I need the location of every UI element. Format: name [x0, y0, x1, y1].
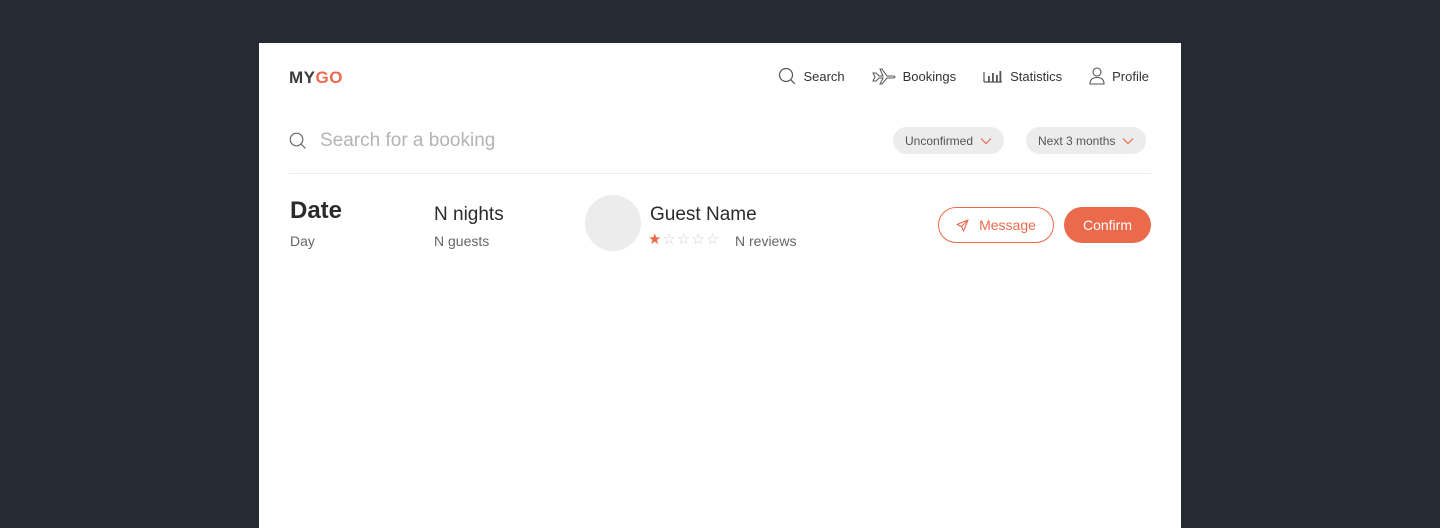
star-empty-icon: ☆ [691, 231, 705, 248]
status-filter-label: Unconfirmed [905, 133, 974, 148]
nav-statistics-label: Statistics [1010, 68, 1063, 84]
nav-profile-label: Profile [1112, 68, 1149, 84]
star-rating: ★ ☆ ☆ ☆ ☆ [648, 232, 720, 248]
booking-day: Day [290, 233, 315, 249]
status-filter-dropdown[interactable]: Unconfirmed [893, 127, 1005, 154]
plane-icon [871, 68, 896, 85]
star-empty-icon: ☆ [662, 231, 676, 248]
booking-row: Date Day N nights N guests Guest Name ★ ☆… [290, 195, 1151, 255]
period-filter-dropdown[interactable]: Next 3 months [1026, 127, 1147, 154]
message-button[interactable]: Message [938, 207, 1054, 243]
nav-statistics[interactable]: Statistics [983, 69, 1062, 84]
search-row: Unconfirmed Next 3 months [289, 127, 1151, 174]
nav-profile[interactable]: Profile [1089, 67, 1149, 85]
nav-search[interactable]: Search [778, 67, 845, 85]
confirm-button[interactable]: Confirm [1064, 207, 1151, 243]
period-filter-label: Next 3 months [1038, 133, 1116, 148]
chevron-down-icon [980, 137, 992, 144]
nav-bookings-label: Bookings [902, 68, 957, 84]
logo-go: GO [315, 68, 343, 87]
star-filled-icon: ★ [648, 231, 662, 248]
search-icon [779, 67, 796, 85]
send-icon [956, 218, 969, 232]
message-button-label: Message [979, 217, 1036, 233]
search-input[interactable] [320, 128, 820, 154]
guest-name: Guest Name [650, 204, 757, 225]
search-icon [289, 132, 306, 149]
top-nav: Search Bookings Statistics Profile [751, 67, 1149, 85]
star-empty-icon: ☆ [705, 231, 720, 248]
booking-nights: N nights [434, 204, 504, 225]
nav-bookings[interactable]: Bookings [871, 67, 957, 85]
logo-my: MY [289, 68, 316, 87]
main-card: MYGO Search Bookings Statistics Profile … [259, 43, 1181, 528]
logo[interactable]: MYGO [289, 68, 343, 88]
avatar [585, 195, 641, 251]
star-empty-icon: ☆ [676, 231, 691, 248]
reviews-count: N reviews [735, 233, 797, 249]
nav-search-label: Search [803, 68, 845, 84]
booking-guests: N guests [434, 233, 490, 249]
booking-date: Date [290, 197, 343, 224]
user-icon [1089, 67, 1105, 85]
chevron-down-icon [1122, 137, 1134, 144]
bar-chart-icon [983, 71, 1003, 83]
